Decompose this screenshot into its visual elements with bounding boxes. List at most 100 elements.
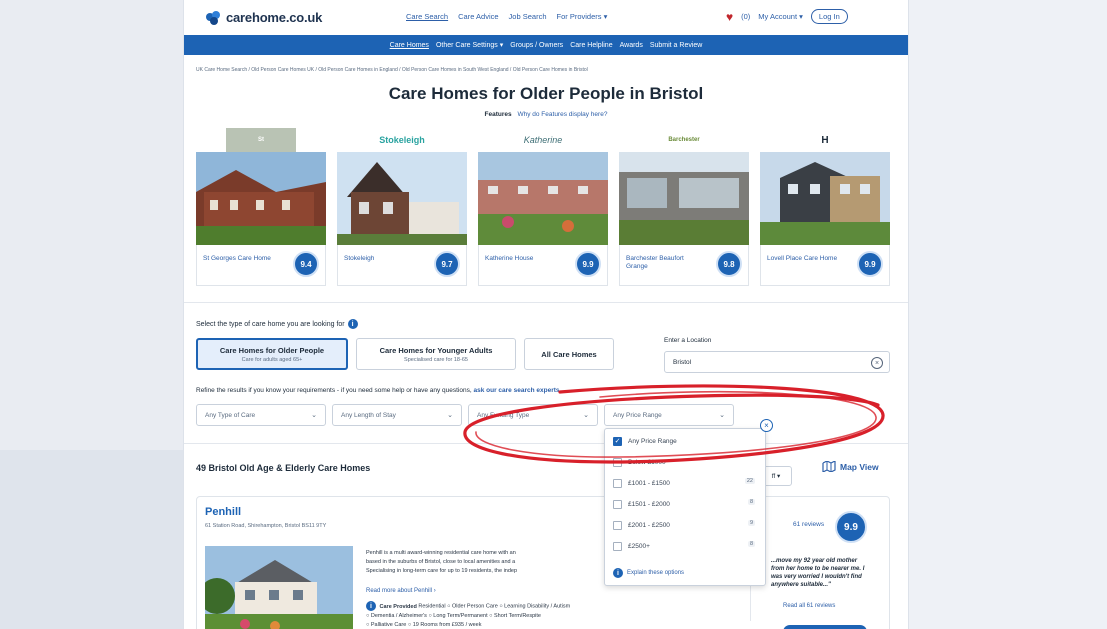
featured-card[interactable]: St St Georges Care Home 9.4 xyxy=(196,128,326,286)
type-of-care-dropdown[interactable]: Any Type of Care ⌄ xyxy=(196,404,326,426)
heart-icon[interactable]: ♥ xyxy=(726,10,733,24)
card-name[interactable]: St Georges Care Home xyxy=(203,255,283,263)
location-label: Enter a Location xyxy=(664,337,712,344)
featured-card[interactable]: Katherine Katherine House 9.9 xyxy=(478,128,608,286)
type-title: Care Homes for Younger Adults xyxy=(379,345,493,355)
featured-card[interactable]: H Lovell Place Care Home 9.9 xyxy=(760,128,890,286)
read-all-reviews-link[interactable]: Read all 61 reviews xyxy=(783,603,835,609)
type-older-people-button[interactable]: Care Homes for Older People Care for adu… xyxy=(196,338,348,370)
desc-line: based in the suburbs of Bristol, close t… xyxy=(366,559,516,565)
price-range-dropdown[interactable]: Any Price Range ⌄ xyxy=(604,404,734,426)
card-score: 9.9 xyxy=(857,251,883,277)
checkbox-icon[interactable] xyxy=(613,478,622,488)
checkbox-checked-icon[interactable]: ✓ xyxy=(613,436,622,446)
close-icon[interactable]: × xyxy=(760,419,773,432)
price-option-count: 8 xyxy=(747,499,755,505)
subnav-groups-owners[interactable]: Groups / Owners xyxy=(510,42,563,49)
dropdown-value: Any Type of Care xyxy=(205,411,256,419)
background-panel-right xyxy=(908,0,1107,629)
card-photo xyxy=(760,152,890,245)
subnav-other-care-settings[interactable]: Other Care Settings ▾ xyxy=(436,41,503,49)
clear-icon[interactable]: × xyxy=(871,357,883,369)
features-info-link[interactable]: Why do Features display here? xyxy=(517,111,607,118)
map-view-link[interactable]: Map View xyxy=(822,461,879,472)
breadcrumb[interactable]: UK Care Home Search / Old Person Care Ho… xyxy=(196,67,588,73)
my-account-menu[interactable]: My Account ▾ xyxy=(758,12,803,21)
chevron-down-icon: ⌄ xyxy=(719,412,725,419)
price-option[interactable]: £1001 - £1500 22 xyxy=(613,477,761,489)
type-title: All Care Homes xyxy=(541,349,597,359)
price-option-label: £1001 - £1500 xyxy=(628,479,670,487)
featured-homes: St St Georges Care Home 9.4 Stokeleigh S… xyxy=(196,128,890,286)
card-name[interactable]: Barchester Beaufort Grange xyxy=(626,255,706,271)
background-panel xyxy=(0,450,190,629)
featured-card[interactable]: Barchester Barchester Beaufort Grange 9.… xyxy=(619,128,749,286)
price-option-label: £2500+ xyxy=(628,542,650,550)
listing-photo[interactable] xyxy=(205,546,353,629)
card-name[interactable]: Lovell Place Care Home xyxy=(767,255,847,263)
type-subtitle: Specialised care for 18-65 xyxy=(404,356,468,363)
price-option-label: Below £1000 xyxy=(628,458,666,466)
card-logo: Stokeleigh xyxy=(379,135,425,145)
card-score: 9.4 xyxy=(293,251,319,277)
price-range-popup: ✓ Any Price Range Below £1000 £1001 - £1… xyxy=(604,428,766,586)
card-name[interactable]: Katherine House xyxy=(485,255,565,263)
card-logo: St xyxy=(226,128,296,152)
checkbox-icon[interactable] xyxy=(613,520,622,530)
dropdown-value: Any Price Range xyxy=(613,411,662,419)
contact-button[interactable] xyxy=(783,625,867,629)
experts-link[interactable]: ask our care search experts. xyxy=(474,387,562,394)
checkbox-icon[interactable] xyxy=(613,541,622,551)
logo-icon xyxy=(206,10,222,25)
subnav-awards[interactable]: Awards xyxy=(620,42,643,49)
card-name[interactable]: Stokeleigh xyxy=(344,255,424,263)
price-option[interactable]: £2001 - £2500 9 xyxy=(613,519,761,531)
desc-line: Penhill is a multi award-winning residen… xyxy=(366,550,516,556)
site-logo[interactable]: carehome.co.uk xyxy=(206,10,322,25)
info-icon: i xyxy=(613,568,623,578)
chevron-down-icon: ⌄ xyxy=(311,412,317,419)
refine-sentence: Refine the results if you know your requ… xyxy=(196,387,472,394)
listing-name[interactable]: Penhill xyxy=(205,506,241,518)
card-score: 9.9 xyxy=(575,251,601,277)
nav-care-advice[interactable]: Care Advice xyxy=(458,12,498,21)
subnav-care-helpline[interactable]: Care Helpline xyxy=(570,42,612,49)
type-title: Care Homes for Older People xyxy=(219,345,325,355)
price-option[interactable]: Below £1000 xyxy=(613,456,761,468)
favourites-count[interactable]: (0) xyxy=(741,12,750,21)
login-button[interactable]: Log In xyxy=(810,9,848,24)
featured-card[interactable]: Stokeleigh Stokeleigh 9.7 xyxy=(337,128,467,286)
card-info: Lovell Place Care Home 9.9 xyxy=(760,245,890,286)
listing-description: Penhill is a multi award-winning residen… xyxy=(366,549,606,576)
features-line: Features Why do Features display here? xyxy=(184,111,908,118)
subnav-submit-review[interactable]: Submit a Review xyxy=(650,42,703,49)
length-of-stay-dropdown[interactable]: Any Length of Stay ⌄ xyxy=(332,404,462,426)
price-option-count: 22 xyxy=(744,478,755,484)
subnav-care-homes[interactable]: Care Homes xyxy=(390,42,429,49)
funding-type-dropdown[interactable]: Any Funding Type ⌄ xyxy=(468,404,598,426)
info-icon[interactable]: i xyxy=(347,319,358,329)
card-photo xyxy=(196,152,326,245)
listing-address: 61 Station Road, Shirehampton, Bristol B… xyxy=(205,523,327,529)
nav-for-providers[interactable]: For Providers ▾ xyxy=(557,12,608,21)
account-area: ♥ (0) My Account ▾ Log In xyxy=(726,9,848,24)
read-more-link[interactable]: Read more about Penhill › xyxy=(366,588,436,594)
price-option[interactable]: ✓ Any Price Range xyxy=(613,435,761,447)
nav-job-search[interactable]: Job Search xyxy=(509,12,547,21)
explain-options-link[interactable]: i Explain these options xyxy=(613,568,684,578)
type-all-button[interactable]: All Care Homes xyxy=(524,338,614,370)
card-logo: H xyxy=(821,134,829,146)
map-icon xyxy=(822,461,836,472)
checkbox-icon[interactable] xyxy=(613,457,622,467)
nav-care-search[interactable]: Care Search xyxy=(406,12,448,21)
price-option[interactable]: £2500+ 8 xyxy=(613,540,761,552)
location-input[interactable]: Bristol × xyxy=(664,351,890,373)
type-younger-adults-button[interactable]: Care Homes for Younger Adults Specialise… xyxy=(356,338,516,370)
review-count-link[interactable]: 61 reviews xyxy=(793,521,824,528)
refine-text: Refine the results if you know your requ… xyxy=(196,387,561,394)
card-score: 9.7 xyxy=(434,251,460,277)
checkbox-icon[interactable] xyxy=(613,499,622,509)
price-option[interactable]: £1501 - £2000 8 xyxy=(613,498,761,510)
explain-label: Explain these options xyxy=(627,570,685,576)
card-photo xyxy=(478,152,608,245)
